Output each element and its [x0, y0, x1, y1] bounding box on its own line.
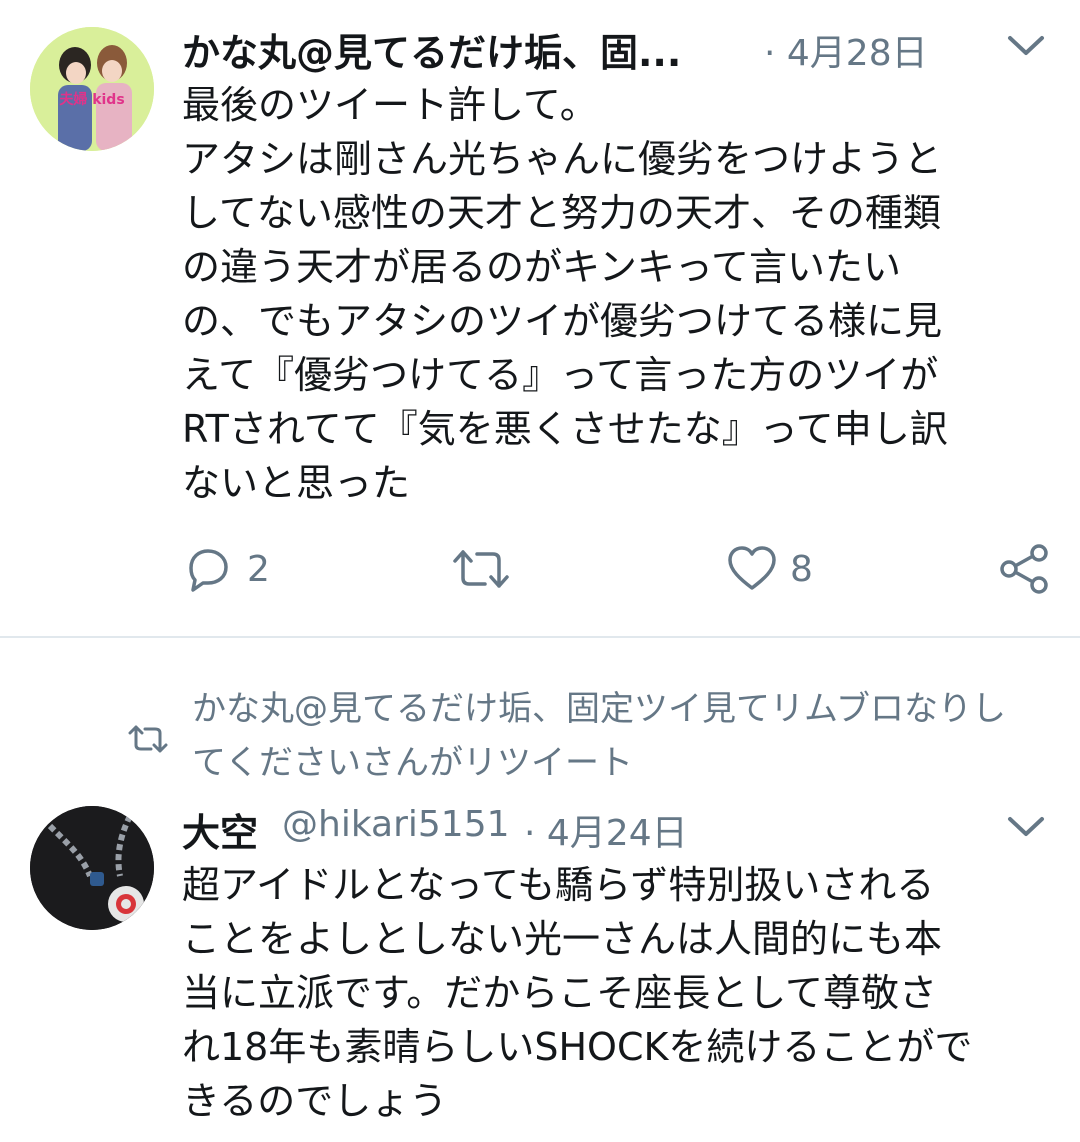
chevron-down-icon[interactable] [1004, 23, 1048, 67]
author-handle[interactable]: @hikari5151 [282, 804, 510, 845]
share-button[interactable] [998, 542, 1052, 596]
tweet-divider [0, 636, 1080, 638]
retweet-icon [128, 725, 168, 753]
tweet-text-line: ないと思った [182, 461, 411, 505]
tweet-text-line: の、でもアタシのツイが優劣つけてる様に見 [182, 299, 943, 343]
tweet-text-line: えて『優劣つけてる』って言った方のツイが [182, 353, 939, 397]
tweet-text: 最後のツイート許して。 アタシは剛さん光ちゃんに優劣をつけようと してない感性の… [182, 78, 1052, 510]
like-count: 8 [790, 548, 813, 590]
retweet-context-text[interactable]: かな丸@見てるだけ垢、固定ツイ見てリムブロなりし てくださいさんがリツイート [192, 682, 1052, 790]
tweet-actions: 2 8 [0, 538, 1080, 598]
tweet-text-line: 最後のツイート許して。 [182, 83, 598, 127]
avatar[interactable]: 夫婦 kids [30, 27, 154, 151]
retweet-context[interactable]: かな丸@見てるだけ垢、固定ツイ見てリムブロなりし てくださいさんがリツイート [0, 682, 1080, 792]
tweet-text-line: きるのでしょう [182, 1079, 448, 1123]
chevron-down-icon[interactable] [1004, 804, 1048, 848]
author-name[interactable]: 大空 [182, 802, 258, 857]
tweet-text: 超アイドルとなっても驕らず特別扱いされる ことをよしとしない光一さんは人間的にも… [182, 858, 1052, 1128]
avatar-caption: 夫婦 kids [59, 92, 125, 108]
reply-count: 2 [247, 548, 270, 590]
reply-icon [189, 549, 228, 592]
retweet-icon [453, 550, 509, 588]
retweet-context-line: てくださいさんがリツイート [192, 743, 633, 783]
tweet-text-line: れ18年も素晴らしいSHOCKを続けることがで [182, 1025, 973, 1069]
tweet-text-line: してない感性の天才と努力の天才、その種類 [182, 191, 941, 235]
reply-button[interactable]: 2 [183, 544, 270, 594]
author-name[interactable]: かな丸@見てるだけ垢、固... [182, 22, 681, 77]
tweet-text-line: RTされてて『気を悪くさせたな』って申し訳 [182, 407, 948, 451]
like-button[interactable]: 8 [726, 544, 813, 594]
tweet-text-line: 超アイドルとなっても驕らず特別扱いされる [182, 863, 935, 907]
tweet-text-line: の違う天才が居るのがキンキって言いたい [182, 245, 901, 289]
tweet-text-line: 当に立派です。だからこそ座長として尊敬さ [182, 971, 938, 1015]
avatar-photo [30, 806, 154, 930]
heart-icon [728, 546, 776, 590]
tweet-date[interactable]: · 4月28日 [764, 24, 928, 76]
tweet-1[interactable]: 夫婦 kids かな丸@見てるだけ垢、固... · 4月28日 最後のツイート許… [0, 0, 1080, 636]
retweet-context-line: かな丸@見てるだけ垢、固定ツイ見てリムブロなりし [192, 689, 1006, 729]
share-icon [1000, 544, 1048, 594]
retweet-button[interactable] [451, 544, 511, 594]
tweet-text-line: ことをよしとしない光一さんは人間的にも本 [182, 917, 943, 961]
avatar[interactable] [30, 806, 154, 930]
tweet-2[interactable]: 大空 @hikari5151 · 4月24日 超アイドルとなっても驕らず特別扱い… [0, 792, 1080, 1142]
tweet-text-line: アタシは剛さん光ちゃんに優劣をつけようと [182, 137, 943, 181]
tweet-date[interactable]: · 4月24日 [524, 804, 688, 856]
